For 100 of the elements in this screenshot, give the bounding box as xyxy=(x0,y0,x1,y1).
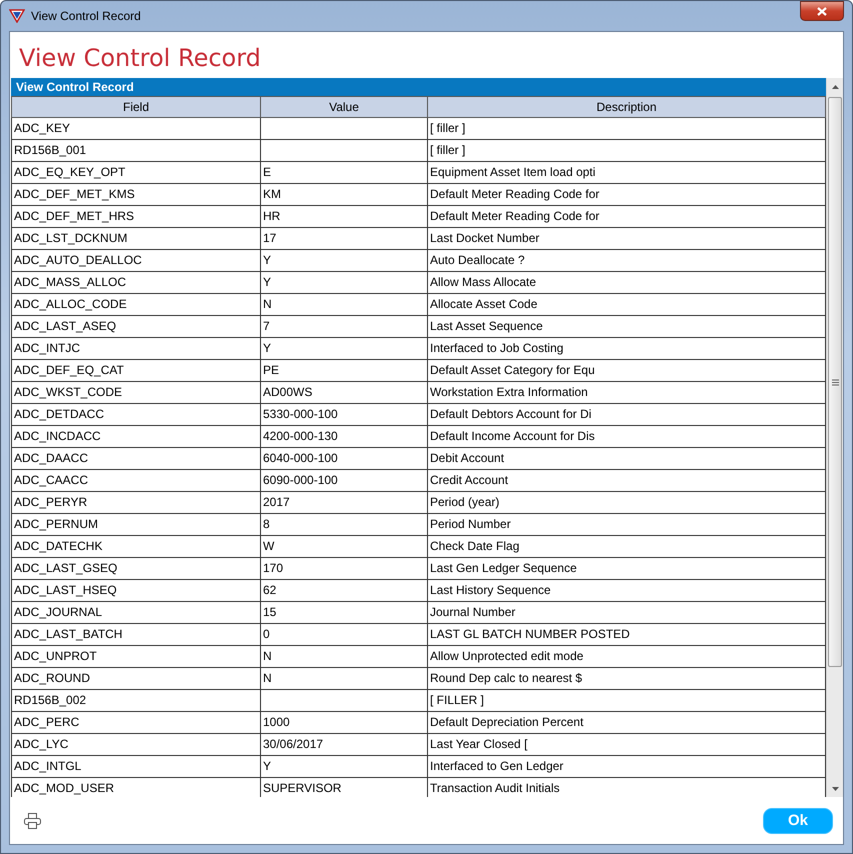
table-cell: ADC_DEF_EQ_CAT xyxy=(11,360,261,382)
table-cell: W xyxy=(261,536,428,558)
table-cell: 30/06/2017 xyxy=(261,734,428,756)
scroll-down-icon[interactable] xyxy=(832,786,838,790)
table-cell: Check Date Flag xyxy=(428,536,826,558)
table-cell: Journal Number xyxy=(428,602,826,624)
table-cell: 15 xyxy=(261,602,428,624)
table-cell: Last Docket Number xyxy=(428,228,826,250)
table-cell: ADC_ALLOC_CODE xyxy=(11,294,261,316)
grip-icon xyxy=(832,378,838,386)
table-cell: ADC_DAACC xyxy=(11,448,261,470)
table-cell: ADC_JOURNAL xyxy=(11,602,261,624)
table-cell: Default Meter Reading Code for xyxy=(428,184,826,206)
close-button[interactable] xyxy=(800,1,844,21)
table-cell: N xyxy=(261,668,428,690)
window-title: View Control Record xyxy=(31,9,142,23)
table-cell: [ filler ] xyxy=(428,140,826,162)
scroll-thumb[interactable] xyxy=(828,97,842,667)
table-cell: HR xyxy=(261,206,428,228)
table-cell: ADC_INCDACC xyxy=(11,426,261,448)
table-cell: 6040-000-100 xyxy=(261,448,428,470)
table-cell: ADC_PERC xyxy=(11,712,261,734)
column-header[interactable]: Value xyxy=(261,96,428,118)
table-cell: ADC_DEF_MET_HRS xyxy=(11,206,261,228)
table-cell: Workstation Extra Information xyxy=(428,382,826,404)
table-cell: Default Meter Reading Code for xyxy=(428,206,826,228)
table-cell: [ FILLER ] xyxy=(428,690,826,712)
table-cell: ADC_WKST_CODE xyxy=(11,382,261,404)
app-logo-icon xyxy=(9,9,25,23)
table-cell: 8 xyxy=(261,514,428,536)
table-cell: ADC_MOD_USER xyxy=(11,778,261,797)
table-cell: 17 xyxy=(261,228,428,250)
table-cell: Last Asset Sequence xyxy=(428,316,826,338)
table-cell: 1000 xyxy=(261,712,428,734)
table-cell: Allow Mass Allocate xyxy=(428,272,826,294)
table-cell: PE xyxy=(261,360,428,382)
table-cell: Default Income Account for Dis xyxy=(428,426,826,448)
print-icon[interactable] xyxy=(24,812,41,828)
table-cell: Round Dep calc to nearest $ xyxy=(428,668,826,690)
table-cell: ADC_LAST_HSEQ xyxy=(11,580,261,602)
table-cell: ADC_DETDACC xyxy=(11,404,261,426)
table-cell: 2017 xyxy=(261,492,428,514)
table-cell: Y xyxy=(261,756,428,778)
close-icon xyxy=(817,6,827,16)
table-cell: Last Gen Ledger Sequence xyxy=(428,558,826,580)
table-cell: Interfaced to Job Costing xyxy=(428,338,826,360)
table-cell: ADC_INTGL xyxy=(11,756,261,778)
grid-title: View Control Record xyxy=(11,78,826,96)
table-cell: ADC_CAACC xyxy=(11,470,261,492)
table-cell: Auto Deallocate ? xyxy=(428,250,826,272)
table-cell: Default Debtors Account for Di xyxy=(428,404,826,426)
scrollbar[interactable] xyxy=(826,78,843,797)
table-cell: Debit Account xyxy=(428,448,826,470)
table-cell: ADC_DEF_MET_KMS xyxy=(11,184,261,206)
column-header[interactable]: Field xyxy=(11,96,261,118)
table-cell: 62 xyxy=(261,580,428,602)
table-cell: KM xyxy=(261,184,428,206)
table-cell: Default Depreciation Percent xyxy=(428,712,826,734)
table-cell: Credit Account xyxy=(428,470,826,492)
table-cell: Period (year) xyxy=(428,492,826,514)
table-cell: Allocate Asset Code xyxy=(428,294,826,316)
table-cell: Y xyxy=(261,250,428,272)
table-cell: ADC_EQ_KEY_OPT xyxy=(11,162,261,184)
table-cell: ADC_INTJC xyxy=(11,338,261,360)
table-cell: LAST GL BATCH NUMBER POSTED xyxy=(428,624,826,646)
scroll-up-icon[interactable] xyxy=(832,84,838,88)
table-cell: ADC_PERYR xyxy=(11,492,261,514)
table-cell: ADC_DATECHK xyxy=(11,536,261,558)
table-cell: Default Asset Category for Equ xyxy=(428,360,826,382)
table-cell: ADC_MASS_ALLOC xyxy=(11,272,261,294)
table-cell: [ filler ] xyxy=(428,118,826,140)
table-cell: Allow Unprotected edit mode xyxy=(428,646,826,668)
table-cell: ADC_PERNUM xyxy=(11,514,261,536)
table-cell: RD156B_001 xyxy=(11,140,261,162)
table-cell: 5330-000-100 xyxy=(261,404,428,426)
table-cell: ADC_LAST_GSEQ xyxy=(11,558,261,580)
table-cell: Last Year Closed [ xyxy=(428,734,826,756)
column-header[interactable]: Description xyxy=(428,96,826,118)
table-cell: Equipment Asset Item load opti xyxy=(428,162,826,184)
table-cell: Y xyxy=(261,338,428,360)
table-cell: Interfaced to Gen Ledger xyxy=(428,756,826,778)
table-cell: 0 xyxy=(261,624,428,646)
table-cell: ADC_AUTO_DEALLOC xyxy=(11,250,261,272)
table-cell: 6090-000-100 xyxy=(261,470,428,492)
table-cell: RD156B_002 xyxy=(11,690,261,712)
table-cell: ADC_UNPROT xyxy=(11,646,261,668)
table-cell: ADC_LST_DCKNUM xyxy=(11,228,261,250)
table-cell: ADC_ROUND xyxy=(11,668,261,690)
table-cell: ADC_KEY xyxy=(11,118,261,140)
table-cell: Y xyxy=(261,272,428,294)
table-cell: ADC_LAST_BATCH xyxy=(11,624,261,646)
table-cell: SUPERVISOR xyxy=(261,778,428,797)
table-cell: Last History Sequence xyxy=(428,580,826,602)
table-cell: AD00WS xyxy=(261,382,428,404)
table-cell: 170 xyxy=(261,558,428,580)
table-cell: N xyxy=(261,646,428,668)
table-cell: E xyxy=(261,162,428,184)
page-heading: View Control Record xyxy=(18,43,262,74)
table-cell: N xyxy=(261,294,428,316)
table-cell: 7 xyxy=(261,316,428,338)
